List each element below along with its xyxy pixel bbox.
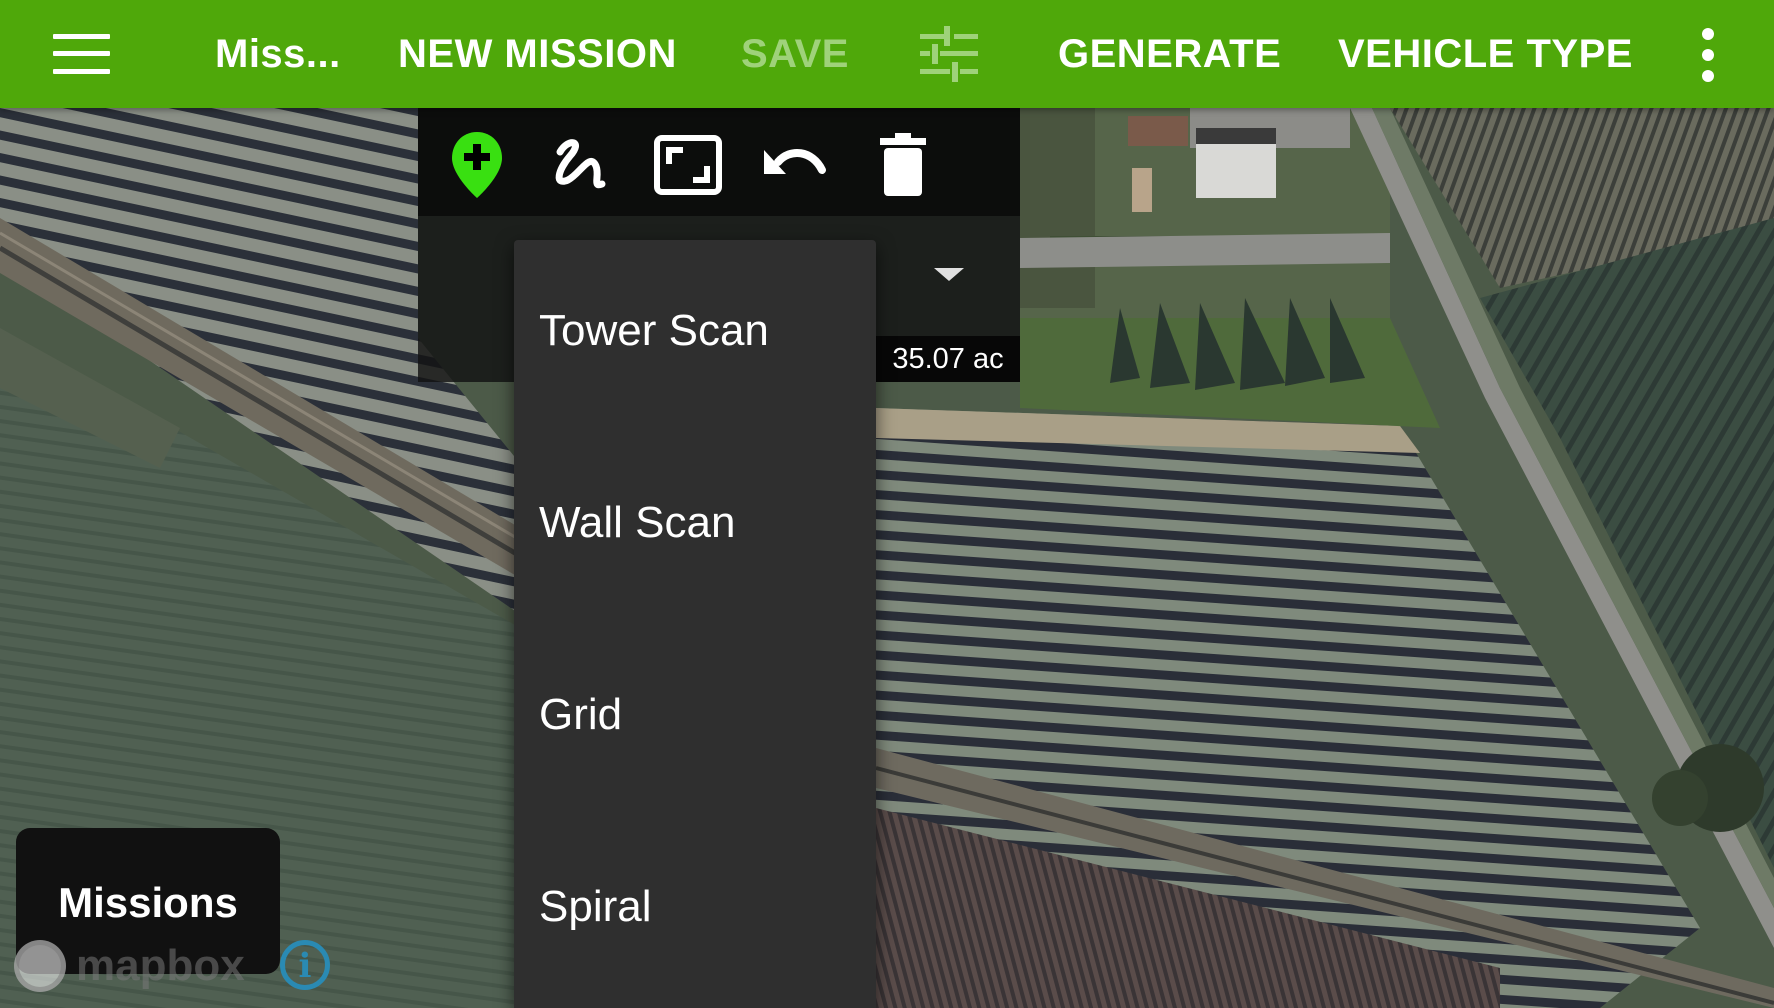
- pattern-dropdown-arrow-icon[interactable]: [934, 268, 964, 281]
- mapbox-mark-icon: [14, 940, 66, 992]
- undo-icon[interactable]: [760, 130, 830, 200]
- pattern-dropdown-menu: Tower Scan Wall Scan Grid Spiral: [514, 240, 876, 1008]
- new-mission-button[interactable]: NEW MISSION: [398, 30, 677, 78]
- mapbox-logo-text: mapbox: [76, 941, 245, 990]
- mapbox-logo: mapbox: [14, 938, 245, 994]
- menu-item-label: Wall Scan: [539, 498, 736, 547]
- mission-name-button[interactable]: Miss...: [215, 30, 341, 78]
- freehand-draw-icon[interactable]: [546, 130, 616, 200]
- menu-item-label: Tower Scan: [539, 306, 769, 355]
- menu-item-wall-scan[interactable]: Wall Scan: [514, 432, 876, 624]
- vehicle-type-button[interactable]: VEHICLE TYPE: [1338, 30, 1633, 78]
- generate-button[interactable]: GENERATE: [1058, 30, 1281, 78]
- menu-item-label: Spiral: [539, 882, 652, 931]
- menu-item-grid[interactable]: Grid: [514, 624, 876, 816]
- menu-item-tower-scan[interactable]: Tower Scan: [514, 240, 876, 432]
- frame-corners-icon[interactable]: [653, 130, 723, 200]
- more-vert-icon[interactable]: [1696, 28, 1720, 82]
- menu-item-spiral[interactable]: Spiral: [514, 816, 876, 1008]
- area-label: 35.07 ac: [876, 336, 1020, 382]
- save-button[interactable]: SAVE: [741, 30, 849, 78]
- top-app-bar: Miss... NEW MISSION SAVE GENERATE VEHICL…: [0, 0, 1774, 108]
- menu-item-label: Grid: [539, 690, 623, 739]
- info-icon[interactable]: i: [280, 940, 330, 990]
- add-location-icon[interactable]: [442, 130, 512, 200]
- tune-icon[interactable]: [920, 26, 978, 82]
- trash-icon[interactable]: [868, 130, 938, 200]
- draw-toolbar: [418, 108, 1020, 216]
- mission-planner-app: Miss... NEW MISSION SAVE GENERATE VEHICL…: [0, 0, 1774, 1008]
- hamburger-icon[interactable]: [53, 34, 110, 74]
